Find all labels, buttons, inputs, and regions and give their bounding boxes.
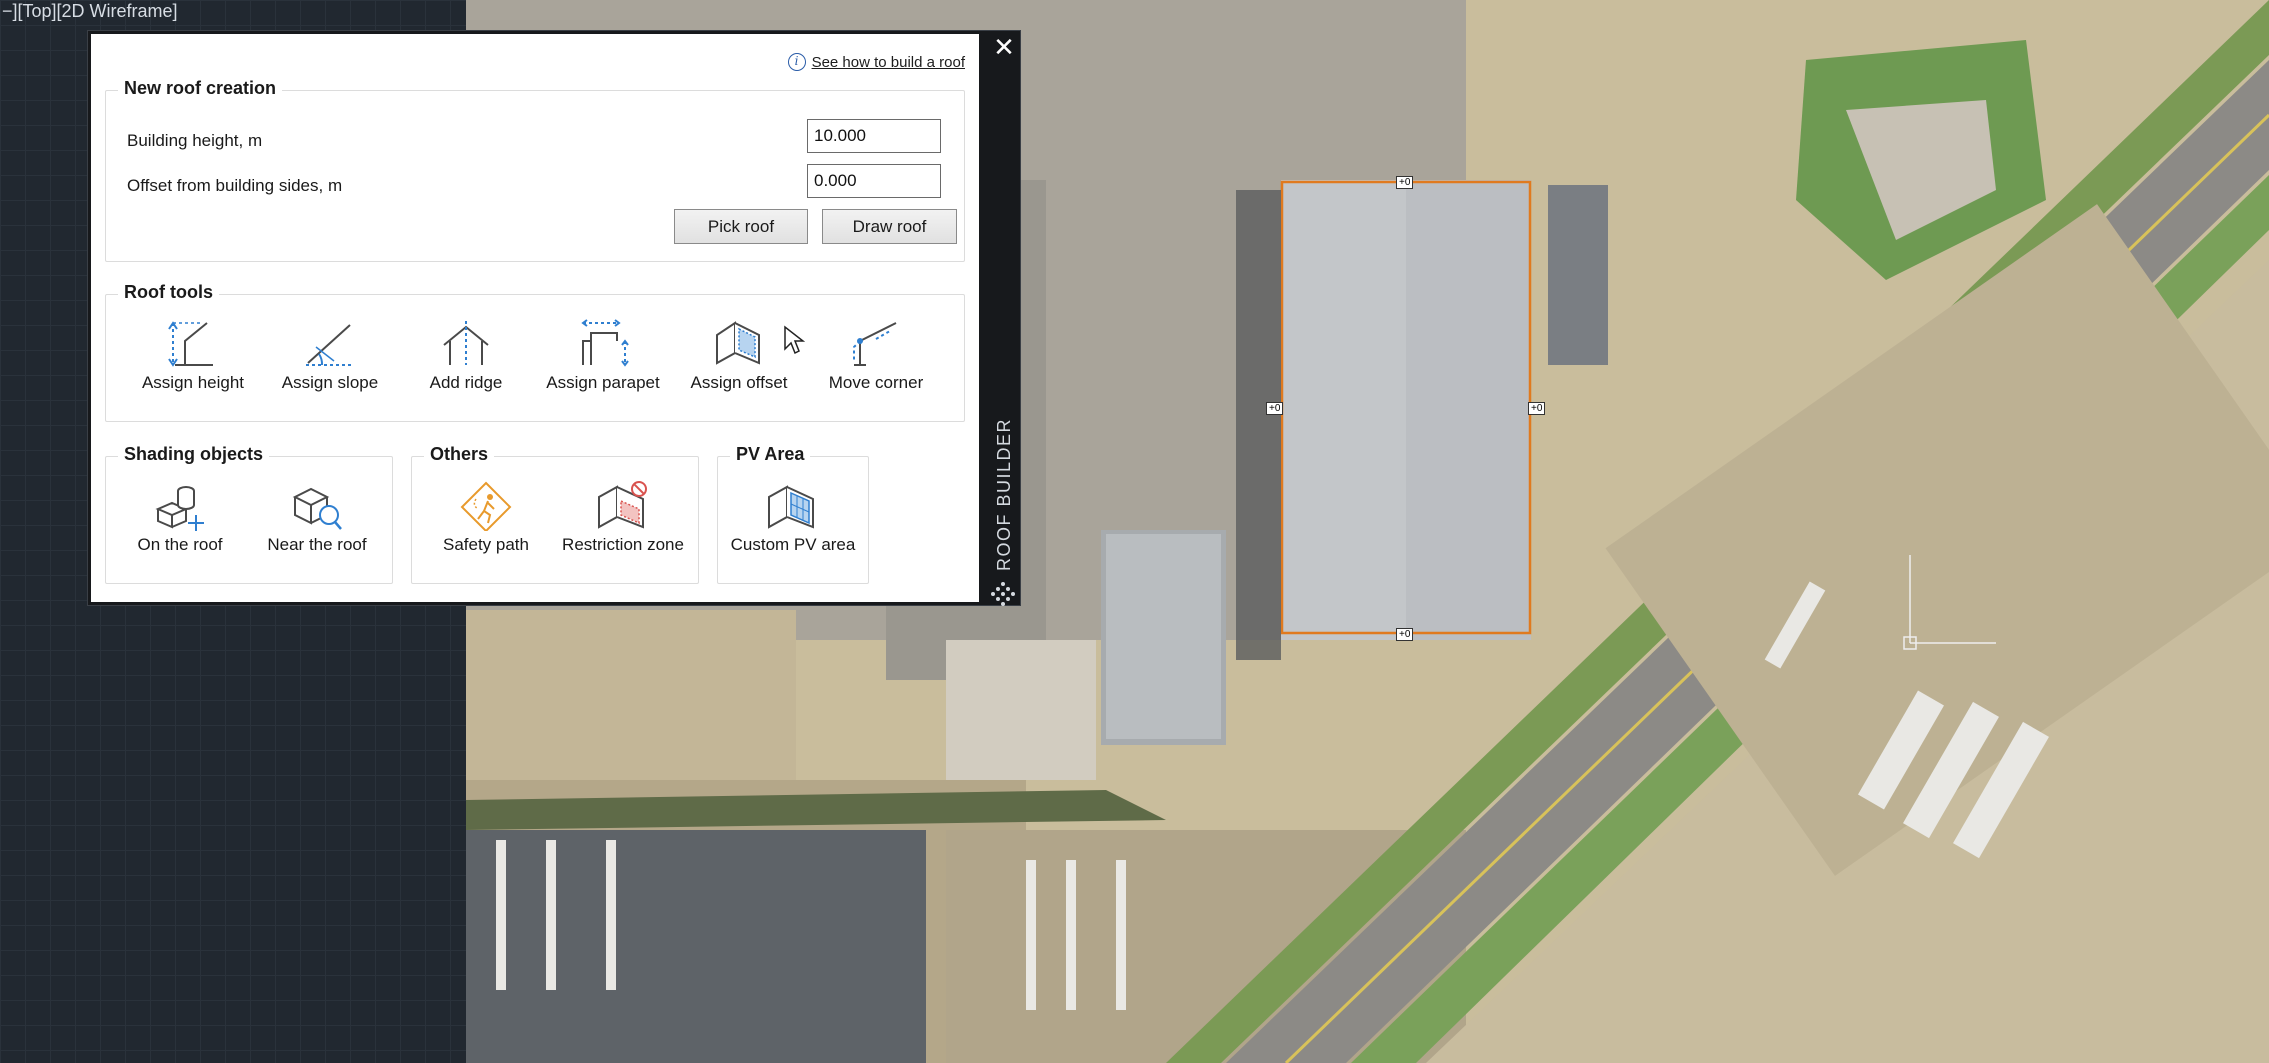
height-label: Building height, m — [127, 131, 263, 150]
on-roof-label: On the roof — [137, 535, 223, 554]
assign-offset-label: Assign offset — [690, 373, 788, 392]
assign-parapet-tool[interactable]: Assign parapet — [536, 317, 670, 393]
roof-marker-left[interactable]: +0 — [1266, 402, 1284, 415]
assign-height-icon — [168, 321, 213, 367]
custom-pv-area-tool[interactable]: Custom PV area — [726, 479, 860, 555]
panel-content: i See how to build a roof New roof creat… — [91, 34, 979, 602]
safety-path-icon — [460, 481, 512, 531]
help-link[interactable]: See how to build a roof — [812, 54, 965, 71]
assign-height-tool[interactable]: Assign height — [126, 317, 260, 393]
roof-builder-panel: ✕ ROOF BUILDER i See how to build a roof… — [88, 31, 1020, 606]
move-corner-tool[interactable]: Move corner — [809, 317, 943, 393]
viewport-controls-label[interactable]: −][Top][2D Wireframe] — [0, 0, 180, 23]
assign-slope-icon — [306, 324, 354, 366]
near-roof-label: Near the roof — [267, 535, 367, 554]
add-ridge-label: Add ridge — [429, 373, 503, 392]
on-roof-icon — [155, 486, 204, 531]
shading-title: Shading objects — [118, 444, 270, 465]
custom-pv-area-icon — [768, 485, 814, 529]
offset-input[interactable] — [807, 164, 941, 198]
close-button[interactable]: ✕ — [990, 34, 1018, 62]
assign-slope-label: Assign slope — [281, 373, 379, 392]
restriction-zone-tool[interactable]: Restriction zone — [556, 479, 690, 555]
add-ridge-tool[interactable]: Add ridge — [399, 317, 533, 393]
pv-area-section: PV Area Custom PV area — [717, 444, 869, 584]
draw-roof-button[interactable]: Draw roof — [822, 209, 957, 244]
roof-marker-top[interactable]: +0 — [1396, 176, 1414, 189]
move-corner-label: Move corner — [828, 373, 924, 392]
assign-offset-icon — [716, 321, 760, 365]
add-ridge-icon — [443, 321, 489, 365]
drag-grip-icon[interactable] — [988, 579, 1018, 609]
restriction-zone-icon — [598, 481, 647, 529]
assign-slope-tool[interactable]: Assign slope — [263, 317, 397, 393]
others-title: Others — [424, 444, 495, 465]
roof-tools-section: Roof tools Assign height Assign slope Ad… — [105, 282, 965, 422]
move-corner-icon — [853, 322, 897, 366]
on-roof-tool[interactable]: On the roof — [113, 479, 247, 555]
height-input[interactable] — [807, 119, 941, 153]
near-roof-icon — [292, 487, 342, 530]
assign-parapet-icon — [581, 319, 629, 367]
custom-pv-area-label: Custom PV area — [730, 535, 856, 554]
others-section: Others Safety path Restriction zone — [411, 444, 699, 584]
pick-roof-button[interactable]: Pick roof — [674, 209, 808, 244]
mouse-cursor-icon — [784, 325, 805, 355]
assign-height-label: Assign height — [141, 373, 245, 392]
roof-marker-right[interactable]: +0 — [1528, 402, 1546, 415]
new-roof-title: New roof creation — [118, 78, 283, 99]
assign-parapet-label: Assign parapet — [546, 373, 660, 392]
new-roof-section: New roof creation Building height, m Off… — [105, 78, 965, 262]
roof-tools-title: Roof tools — [118, 282, 219, 303]
roof-marker-bottom[interactable]: +0 — [1396, 628, 1414, 641]
info-icon: i — [787, 53, 806, 71]
offset-label: Offset from building sides, m — [127, 176, 343, 195]
help-link-row[interactable]: i See how to build a roof — [787, 53, 965, 71]
shading-section: Shading objects On the roof Near the roo… — [105, 444, 393, 584]
panel-side-title: ROOF BUILDER — [994, 417, 1014, 571]
restriction-zone-label: Restriction zone — [562, 535, 684, 554]
safety-path-tool[interactable]: Safety path — [419, 479, 553, 555]
near-roof-tool[interactable]: Near the roof — [250, 479, 384, 555]
safety-path-label: Safety path — [442, 535, 529, 554]
pv-area-title: PV Area — [730, 444, 811, 465]
